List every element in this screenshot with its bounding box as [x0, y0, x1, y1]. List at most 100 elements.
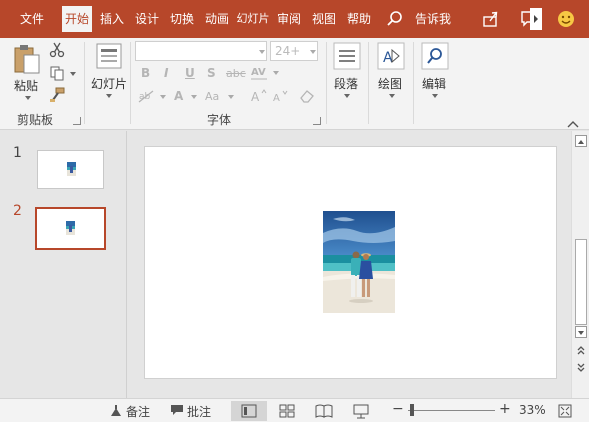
tab-slideshow[interactable]: 幻灯片: [236, 6, 270, 32]
zoom-level[interactable]: 33%: [519, 403, 546, 417]
comments-bubble-icon[interactable]: [170, 404, 184, 416]
next-slide-icon[interactable]: [576, 361, 586, 373]
slide-thumbnails-pane: 1 2: [0, 131, 127, 398]
group-divider: [326, 42, 327, 124]
paste-dropdown-caret[interactable]: [25, 96, 31, 100]
tab-help[interactable]: 帮助: [343, 6, 375, 32]
eraser-icon[interactable]: [299, 88, 315, 104]
comments-button[interactable]: 批注: [187, 403, 211, 420]
tab-transitions[interactable]: 切换: [166, 6, 198, 32]
svg-text:Aa: Aa: [205, 90, 219, 103]
zoom-slider-track[interactable]: [408, 410, 495, 411]
group-divider: [130, 42, 131, 124]
underline-button[interactable]: U: [185, 66, 195, 80]
lightbulb-search-icon[interactable]: [385, 9, 405, 29]
share-icon[interactable]: [481, 9, 501, 29]
change-case-icon[interactable]: Aa: [204, 88, 226, 104]
new-slide-dropdown-caret[interactable]: [106, 94, 112, 98]
clear-formatting-icon[interactable]: ab: [137, 88, 159, 104]
svg-text:A: A: [174, 89, 184, 103]
previous-slide-icon[interactable]: [576, 345, 586, 357]
paragraph-label[interactable]: 段落: [334, 75, 358, 92]
copy-dropdown-caret[interactable]: [70, 72, 76, 76]
group-divider: [84, 42, 85, 124]
thumbnail-photo-icon: [67, 162, 76, 176]
decrease-font-size-icon[interactable]: A: [272, 88, 290, 104]
strikethrough-button[interactable]: abc: [226, 67, 246, 80]
tab-animations[interactable]: 动画: [201, 6, 233, 32]
vertical-scrollbar[interactable]: [571, 131, 589, 398]
cut-icon[interactable]: [49, 42, 65, 58]
ribbon-overflow-button[interactable]: [530, 8, 542, 30]
zoom-out-button[interactable]: −: [392, 401, 404, 417]
tab-design[interactable]: 设计: [131, 6, 163, 32]
fit-to-window-icon[interactable]: [558, 404, 572, 418]
tell-me-search[interactable]: 告诉我: [410, 6, 456, 32]
slideshow-view-button[interactable]: [343, 401, 379, 421]
font-name-combo[interactable]: [135, 41, 267, 61]
shadow-button[interactable]: S: [207, 66, 216, 80]
normal-view-button[interactable]: [231, 401, 267, 421]
notes-icon[interactable]: [110, 405, 122, 417]
clipboard-group-label: 剪贴板: [17, 113, 54, 127]
font-size-combo[interactable]: 24+: [270, 41, 318, 61]
character-spacing-caret[interactable]: [273, 71, 279, 75]
svg-text:AV: AV: [251, 67, 266, 78]
tab-review[interactable]: 审阅: [273, 6, 305, 32]
highlight-caret[interactable]: [160, 95, 166, 99]
new-slide-label[interactable]: 幻灯片: [91, 75, 127, 92]
italic-button[interactable]: I: [164, 66, 168, 80]
tab-file[interactable]: 文件: [10, 6, 54, 32]
tab-home[interactable]: 开始: [62, 6, 92, 32]
slide-editing-area: [128, 131, 571, 398]
bold-button[interactable]: B: [141, 66, 150, 80]
font-color-caret[interactable]: [191, 95, 197, 99]
slide-canvas[interactable]: [144, 146, 557, 379]
font-name-caret[interactable]: [259, 50, 265, 54]
format-painter-icon[interactable]: [49, 87, 65, 103]
paragraph-icon[interactable]: [333, 42, 361, 70]
paste-icon[interactable]: [12, 42, 42, 76]
group-divider: [413, 42, 414, 124]
editing-caret[interactable]: [432, 94, 438, 98]
drawing-caret[interactable]: [389, 94, 395, 98]
zoom-slider-knob[interactable]: [410, 404, 414, 416]
font-size-caret[interactable]: [310, 50, 316, 54]
change-case-caret[interactable]: [228, 95, 234, 99]
copy-icon[interactable]: [49, 65, 65, 81]
status-bar: 备注 批注 − + 33%: [0, 398, 589, 422]
slide-thumbnail-1[interactable]: [37, 150, 104, 189]
smiley-feedback-icon[interactable]: [556, 9, 576, 29]
slide-number-2: 2: [13, 203, 22, 219]
increase-font-size-icon[interactable]: A: [250, 88, 268, 104]
editing-label[interactable]: 编辑: [422, 75, 446, 92]
clipboard-dialog-launcher[interactable]: [73, 117, 81, 125]
scroll-down-arrow-icon[interactable]: [575, 326, 587, 338]
tab-view[interactable]: 视图: [308, 6, 340, 32]
slide-thumbnail-2[interactable]: [35, 207, 106, 250]
drawing-label[interactable]: 绘图: [378, 75, 402, 92]
font-group-label: 字体: [207, 113, 232, 127]
new-slide-icon[interactable]: [96, 42, 122, 70]
scroll-up-arrow-icon[interactable]: [575, 135, 587, 147]
collapse-ribbon-chevron-icon[interactable]: [567, 117, 579, 128]
reading-view-button[interactable]: [306, 401, 342, 421]
slide-number-1: 1: [13, 145, 22, 161]
scrollbar-thumb[interactable]: [575, 239, 587, 325]
paste-label[interactable]: 粘贴: [14, 77, 38, 94]
paragraph-caret[interactable]: [344, 94, 350, 98]
drawing-shapes-icon[interactable]: A: [377, 42, 405, 70]
beach-couple-photo[interactable]: [323, 211, 395, 313]
group-divider: [368, 42, 369, 124]
font-size-value: 24+: [275, 44, 301, 58]
slide-sorter-view-button[interactable]: [269, 401, 305, 421]
character-spacing-icon[interactable]: AV: [250, 65, 272, 81]
notes-button[interactable]: 备注: [126, 403, 150, 420]
zoom-in-button[interactable]: +: [499, 401, 511, 417]
tab-insert[interactable]: 插入: [96, 6, 128, 32]
svg-text:A: A: [273, 93, 280, 104]
font-dialog-launcher[interactable]: [313, 117, 321, 125]
font-color-icon[interactable]: A: [172, 88, 188, 104]
ribbon-tab-bar: 文件 开始 插入 设计 切换 动画 幻灯片 审阅 视图 帮助 告诉我: [0, 0, 589, 38]
find-magnifier-icon[interactable]: [421, 42, 449, 70]
